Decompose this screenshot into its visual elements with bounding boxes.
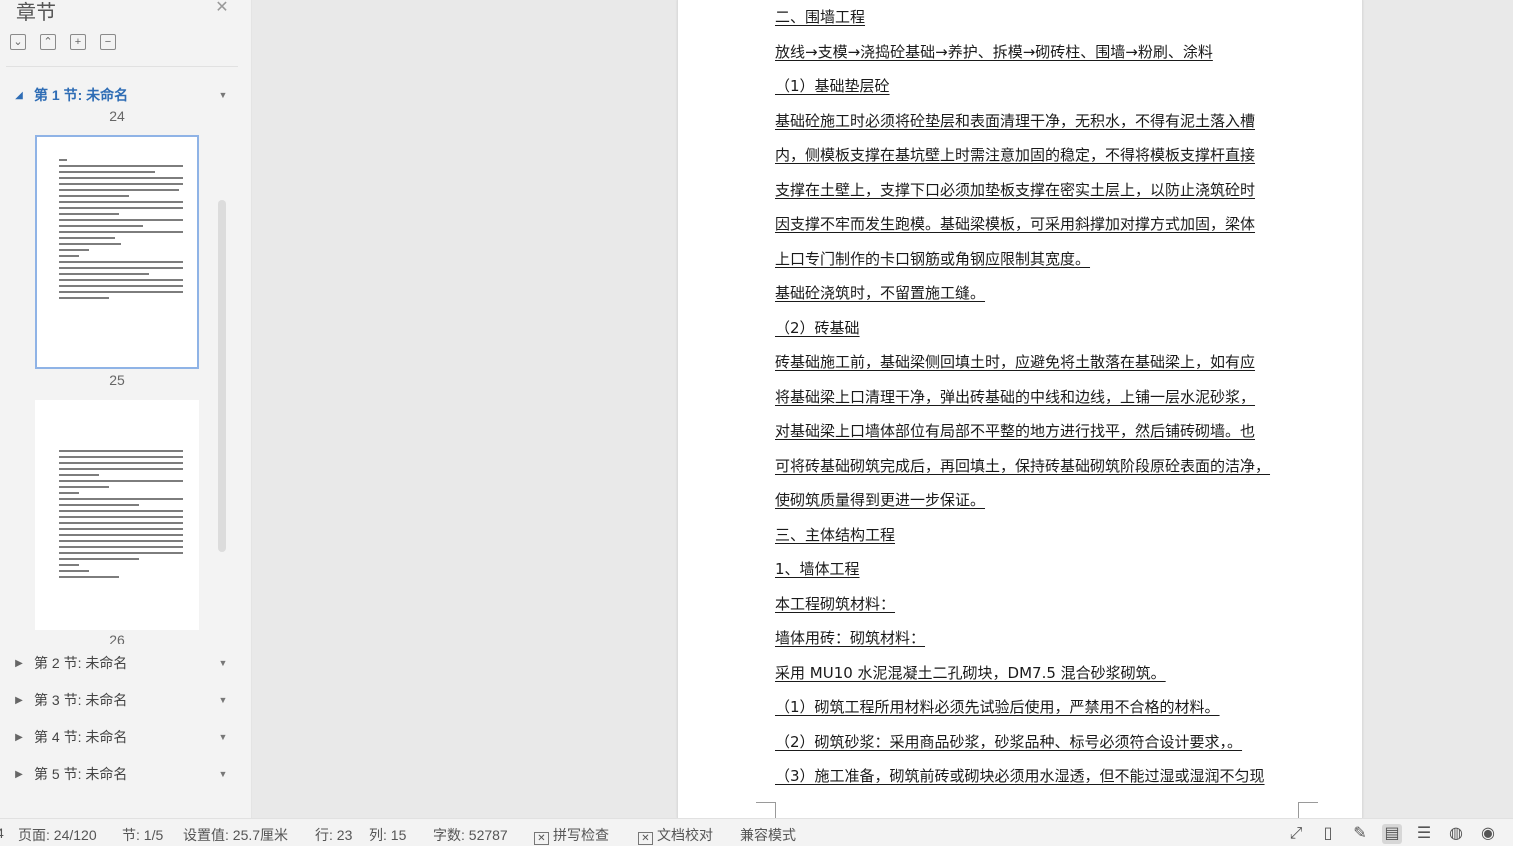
section-indicator[interactable]: 节: 1/5 — [122, 825, 163, 845]
sidebar-toolbar: ⌄ ⌃ + − — [10, 34, 116, 50]
web-view-icon[interactable]: ◍ — [1446, 824, 1466, 844]
paragraph[interactable]: 三、主体结构工程 — [775, 524, 895, 546]
page-view-icon[interactable]: ▤ — [1382, 824, 1402, 844]
section-label: 第 4 节: 未命名 — [34, 729, 128, 745]
status-edge-mark: 4 — [0, 825, 4, 841]
chapter-sidebar: 章节 ✕ ⌄ ⌃ + − ◢ 第 1 节: 未命名 ▼ 24 25 26 ▶ 第… — [0, 0, 252, 818]
doc-proof-button[interactable]: ✕ 文档校对 — [638, 825, 713, 845]
collapsed-triangle-icon[interactable]: ▶ — [0, 658, 34, 669]
paragraph[interactable]: 可将砖基础砌筑完成后，再回填土，保持砖基础砌筑阶段原砼表面的洁净， — [775, 455, 1270, 477]
section-label: 第 5 节: 未命名 — [34, 766, 128, 782]
compat-mode-label: 兼容模式 — [740, 827, 796, 843]
paragraph[interactable]: 对基础梁上口墙体部位有局部不平整的地方进行找平，然后铺砖砌墙。也 — [775, 420, 1255, 442]
paragraph[interactable]: （3）施工准备，砌筑前砖或砌块必须用水湿透，但不能过湿或湿润不匀现 — [775, 765, 1265, 787]
row-indicator: 行: 23 — [315, 827, 353, 843]
word-count[interactable]: 字数: 52787 — [433, 825, 508, 845]
section-item-4[interactable]: ▶ 第 4 节: 未命名 ▼ — [0, 723, 238, 751]
spell-check-icon: ✕ — [534, 832, 549, 845]
document-area[interactable]: 二、围墙工程 放线→支模→浇捣砼基础→养护、拆模→砌砖柱、围墙→粉刷、涂料 （1… — [252, 0, 1513, 820]
page-thumbnail-26[interactable] — [35, 400, 199, 630]
remove-section-icon[interactable]: − — [100, 34, 116, 50]
section-item-5[interactable]: ▶ 第 5 节: 未命名 ▼ — [0, 760, 238, 788]
dropdown-icon[interactable]: ▼ — [208, 90, 238, 100]
paragraph[interactable]: 将基础梁上口清理干净，弹出砖基础的中线和边线，上铺一层水泥砂浆， — [775, 386, 1255, 408]
setting-value[interactable]: 设置值: 25.7厘米 — [183, 825, 288, 845]
paragraph[interactable]: 采用 MU10 水泥混凝土二孔砌块，DM7.5 混合砂浆砌筑。 — [775, 662, 1166, 684]
section-label: 第 2 节: 未命名 — [34, 655, 128, 671]
dropdown-icon[interactable]: ▼ — [208, 658, 238, 668]
section-item-1[interactable]: ◢ 第 1 节: 未命名 ▼ — [0, 81, 238, 109]
page-indicator[interactable]: 页面: 24/120 — [18, 825, 97, 845]
paragraph[interactable]: （2）砖基础 — [775, 317, 860, 339]
status-bar: 4 页面: 24/120 节: 1/5 设置值: 25.7厘米 行: 23 列:… — [0, 818, 1513, 846]
collapsed-triangle-icon[interactable]: ▶ — [0, 732, 34, 743]
paragraph[interactable]: 基础砼浇筑时，不留置施工缝。 — [775, 282, 985, 304]
page-thumbnail-25[interactable] — [35, 135, 199, 369]
dropdown-icon[interactable]: ▼ — [208, 695, 238, 705]
eye-protection-icon[interactable]: ◉ — [1478, 824, 1498, 844]
paragraph[interactable]: 因支撑不牢而发生跑模。基础梁模板，可采用斜撑加对撑方式加固，梁体 — [775, 213, 1255, 235]
section-label: 第 1 节: 未命名 — [34, 87, 129, 103]
paragraph[interactable]: 墙体用砖：砌筑材料： — [775, 627, 925, 649]
page-number-26: 26 — [109, 632, 125, 644]
section-item-2[interactable]: ▶ 第 2 节: 未命名 ▼ — [0, 649, 238, 677]
paragraph[interactable]: （1）基础垫层砼 — [775, 75, 890, 97]
expand-all-icon[interactable]: ⌃ — [40, 34, 56, 50]
sidebar-title: 章节 — [16, 2, 56, 24]
paragraph[interactable]: 放线→支模→浇捣砼基础→养护、拆模→砌砖柱、围墙→粉刷、涂料 — [775, 41, 1213, 63]
page-number-25: 25 — [109, 372, 125, 388]
section-item-3[interactable]: ▶ 第 3 节: 未命名 ▼ — [0, 686, 238, 714]
read-mode-icon[interactable]: ▯ — [1318, 824, 1338, 844]
paragraph[interactable]: 内，侧模板支撑在基坑壁上时需注意加固的稳定，不得将模板支撑杆直接 — [775, 144, 1255, 166]
section-label: 第 3 节: 未命名 — [34, 692, 128, 708]
dropdown-icon[interactable]: ▼ — [208, 732, 238, 742]
column-indicator: 列: 15 — [369, 827, 407, 843]
paragraph[interactable]: 使砌筑质量得到更进一步保证。 — [775, 489, 985, 511]
edit-mode-icon[interactable]: ✎ — [1350, 824, 1370, 844]
collapse-all-icon[interactable]: ⌄ — [10, 34, 26, 50]
collapsed-triangle-icon[interactable]: ▶ — [0, 769, 34, 780]
paragraph[interactable]: 基础砼施工时必须将砼垫层和表面清理干净，无积水，不得有泥土落入槽 — [775, 110, 1255, 132]
fullscreen-icon[interactable]: ⤢ — [1286, 824, 1306, 844]
page-number-24: 24 — [109, 108, 125, 122]
paragraph[interactable]: 支撑在土壁上，支撑下口必须加垫板支撑在密实土层上，以防止浇筑砼时 — [775, 179, 1255, 201]
sidebar-divider — [6, 66, 238, 67]
paragraph[interactable]: （1）砌筑工程所用材料必须先试验后使用，严禁用不合格的材料。 — [775, 696, 1220, 718]
paragraph[interactable]: 上口专门制作的卡口钢筋或角钢应限制其宽度。 — [775, 248, 1090, 270]
spell-check-button[interactable]: ✕ 拼写检查 — [534, 825, 609, 845]
close-icon[interactable]: ✕ — [214, 0, 230, 16]
add-section-icon[interactable]: + — [70, 34, 86, 50]
sidebar-scrollbar[interactable] — [218, 200, 226, 552]
expanded-triangle-icon[interactable]: ◢ — [0, 90, 34, 101]
paragraph[interactable]: 砖基础施工前，基础梁侧回填土时，应避免将土散落在基础梁上，如有应 — [775, 351, 1255, 373]
outline-view-icon[interactable]: ☰ — [1414, 824, 1434, 844]
collapsed-triangle-icon[interactable]: ▶ — [0, 695, 34, 706]
paragraph[interactable]: （2）砌筑砂浆：采用商品砂浆，砂浆品种、标号必须符合设计要求，。 — [775, 731, 1242, 753]
paragraph[interactable]: 1、墙体工程 — [775, 558, 860, 580]
paragraph[interactable]: 本工程砌筑材料： — [775, 593, 895, 615]
document-page[interactable]: 二、围墙工程 放线→支模→浇捣砼基础→养护、拆模→砌砖柱、围墙→粉刷、涂料 （1… — [678, 0, 1362, 820]
doc-proof-icon: ✕ — [638, 832, 653, 845]
paragraph[interactable]: 二、围墙工程 — [775, 6, 865, 28]
dropdown-icon[interactable]: ▼ — [208, 769, 238, 779]
